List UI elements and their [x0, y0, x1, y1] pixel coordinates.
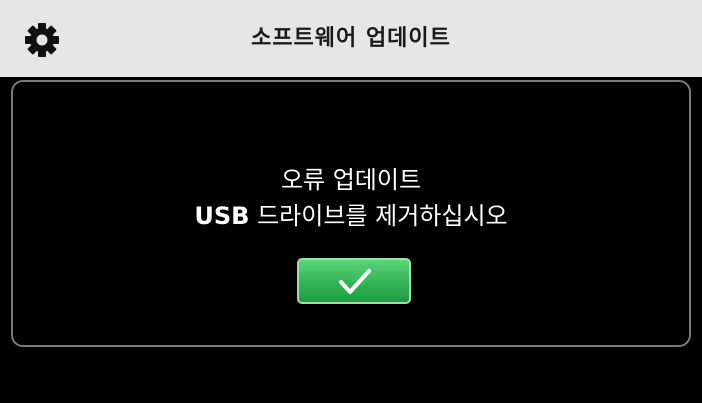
- remove-drive-text: 드라이브를 제거하십시오: [249, 202, 508, 230]
- page-title: 소프트웨어 업데이트: [251, 26, 451, 51]
- update-screen: 소프트웨어 업데이트 오류 업데이트 USB 드라이브를 제거하십시오: [0, 0, 702, 403]
- header-bar: 소프트웨어 업데이트: [0, 0, 702, 77]
- usb-label: USB: [194, 202, 250, 230]
- error-dialog: 오류 업데이트 USB 드라이브를 제거하십시오: [11, 80, 691, 347]
- confirm-button[interactable]: [297, 258, 411, 304]
- error-message-line2: USB 드라이브를 제거하십시오: [13, 200, 689, 232]
- error-message-line1: 오류 업데이트: [280, 166, 422, 194]
- checkmark-icon: [339, 269, 371, 294]
